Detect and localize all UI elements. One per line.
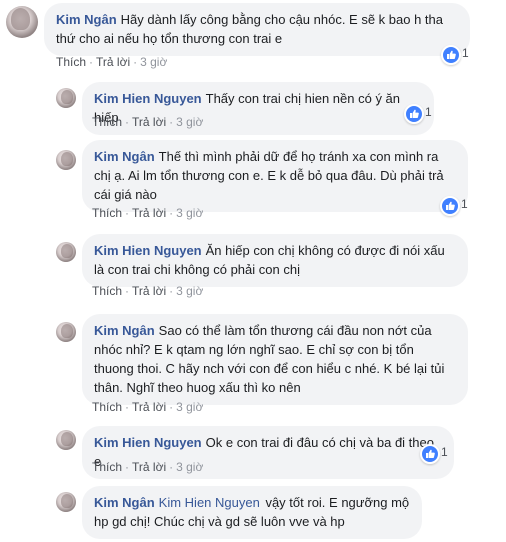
comment-author[interactable]: Kim Ngân bbox=[94, 149, 155, 164]
avatar[interactable] bbox=[6, 6, 38, 38]
comment-actions: Thích · Trả lời · 3 giờ bbox=[92, 400, 203, 414]
avatar[interactable] bbox=[56, 430, 76, 450]
separator-dot: · bbox=[125, 460, 130, 474]
comment-thread: Kim Ngân Hãy dành lấy công bằng cho cậu n… bbox=[0, 0, 506, 542]
separator-dot: · bbox=[169, 115, 174, 129]
like-badge[interactable] bbox=[441, 45, 461, 65]
like-link[interactable]: Thích bbox=[92, 284, 122, 298]
comment-author[interactable]: Kim Ngân bbox=[94, 495, 155, 510]
comment-bubble: Kim Ngân Kim Hien Nguyen vậy tốt roi. E n… bbox=[82, 486, 422, 539]
comment-actions: Thích · Trả lời · 3 giờ bbox=[92, 206, 203, 220]
like-count: 1 bbox=[462, 46, 469, 60]
comment-actions: Thích · Trả lời · 3 giờ bbox=[92, 115, 203, 129]
reply-comment: Kim Hien Nguyen Ok e con trai đi đâu có c… bbox=[0, 422, 506, 480]
reply-comment: Kim Hien Nguyen Thấy con trai chị hien nề… bbox=[0, 78, 506, 135]
reply-comment: Kim Ngân Thế thì mình phải dữ để họ tránh… bbox=[0, 136, 506, 228]
like-count: 1 bbox=[461, 197, 468, 211]
reply-link[interactable]: Trả lời bbox=[132, 284, 166, 298]
comment-time[interactable]: 3 giờ bbox=[176, 460, 203, 474]
separator-dot: · bbox=[133, 55, 138, 69]
comment-time[interactable]: 3 giờ bbox=[140, 55, 167, 69]
like-badge[interactable] bbox=[420, 444, 440, 464]
separator-dot: · bbox=[125, 206, 130, 220]
comment-bubble: Kim Ngân Hãy dành lấy công bằng cho cậu n… bbox=[44, 3, 470, 56]
like-link[interactable]: Thích bbox=[92, 400, 122, 414]
reply-link[interactable]: Trả lời bbox=[132, 115, 166, 129]
avatar[interactable] bbox=[56, 150, 76, 170]
comment-author[interactable]: Kim Hien Nguyen bbox=[94, 243, 202, 258]
avatar[interactable] bbox=[56, 88, 76, 108]
thumbs-up-icon bbox=[447, 50, 456, 59]
comment-time[interactable]: 3 giờ bbox=[176, 115, 203, 129]
avatar[interactable] bbox=[56, 242, 76, 262]
comment-time[interactable]: 3 giờ bbox=[176, 206, 203, 220]
like-link[interactable]: Thích bbox=[92, 206, 122, 220]
reply-link[interactable]: Trả lời bbox=[132, 400, 166, 414]
avatar[interactable] bbox=[56, 322, 76, 342]
reply-comment: Kim Ngân Kim Hien Nguyen vậy tốt roi. E n… bbox=[0, 484, 506, 542]
thumbs-up-icon bbox=[446, 201, 455, 210]
reply-link[interactable]: Trả lời bbox=[132, 206, 166, 220]
separator-dot: · bbox=[169, 460, 174, 474]
reply-link[interactable]: Trả lời bbox=[96, 55, 130, 69]
comment-author[interactable]: Kim Ngân bbox=[94, 323, 155, 338]
comment-author[interactable]: Kim Hien Nguyen bbox=[94, 91, 202, 106]
comment-actions: Thích · Trả lời · 3 giờ bbox=[92, 284, 203, 298]
comment-author[interactable]: Kim Hien Nguyen bbox=[94, 435, 202, 450]
separator-dot: · bbox=[125, 284, 130, 298]
reply-comment: Kim Ngân Sao có thể làm tổn thương cái đầ… bbox=[0, 310, 506, 420]
separator-dot: · bbox=[169, 400, 174, 414]
like-badge[interactable] bbox=[440, 196, 460, 216]
avatar[interactable] bbox=[56, 492, 76, 512]
comment-bubble: Kim Hien Nguyen Ăn hiếp con chị không có … bbox=[82, 234, 468, 287]
separator-dot: · bbox=[89, 55, 94, 69]
like-count: 1 bbox=[441, 445, 448, 459]
comment-time[interactable]: 3 giờ bbox=[176, 284, 203, 298]
like-count: 1 bbox=[425, 105, 432, 119]
mention-tag[interactable]: Kim Hien Nguyen bbox=[159, 495, 260, 510]
separator-dot: · bbox=[169, 284, 174, 298]
comment-bubble: Kim Ngân Sao có thể làm tổn thương cái đầ… bbox=[82, 314, 468, 405]
like-link[interactable]: Thích bbox=[56, 55, 86, 69]
comment-author[interactable]: Kim Ngân bbox=[56, 12, 117, 27]
reply-link[interactable]: Trả lời bbox=[132, 460, 166, 474]
comment-time[interactable]: 3 giờ bbox=[176, 400, 203, 414]
separator-dot: · bbox=[169, 206, 174, 220]
like-link[interactable]: Thích bbox=[92, 115, 122, 129]
reply-comment: Kim Hien Nguyen Ăn hiếp con chị không có … bbox=[0, 230, 506, 304]
comment-actions: Thích · Trả lời · 3 giờ bbox=[92, 460, 203, 474]
separator-dot: · bbox=[125, 400, 130, 414]
comment-actions: Thích · Trả lời · 3 giờ bbox=[56, 55, 167, 69]
comment: Kim Ngân Hãy dành lấy công bằng cho cậu n… bbox=[0, 0, 506, 70]
thumbs-up-icon bbox=[410, 109, 419, 118]
thumbs-up-icon bbox=[426, 449, 435, 458]
separator-dot: · bbox=[125, 115, 130, 129]
like-link[interactable]: Thích bbox=[92, 460, 122, 474]
like-badge[interactable] bbox=[404, 104, 424, 124]
comment-bubble: Kim Ngân Thế thì mình phải dữ để họ tránh… bbox=[82, 140, 468, 212]
